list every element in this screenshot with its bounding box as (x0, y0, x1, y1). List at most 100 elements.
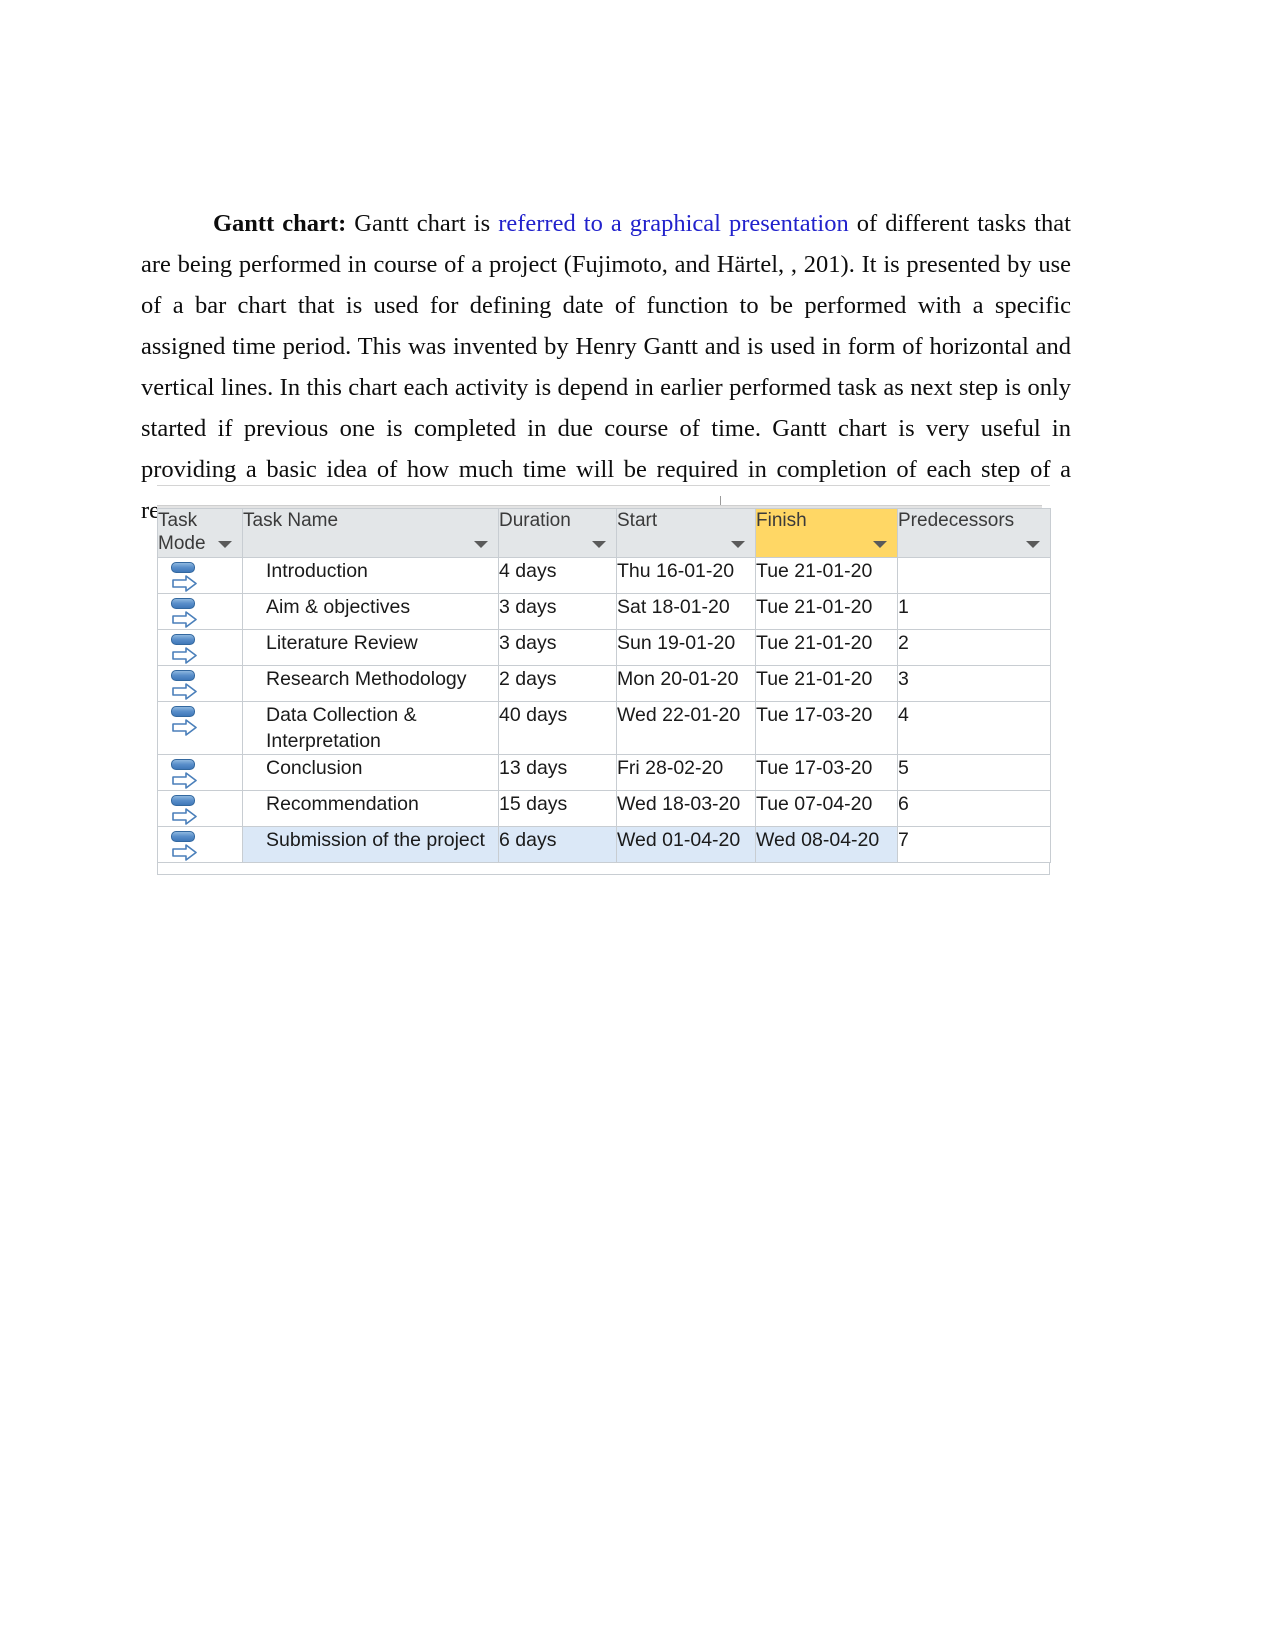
cell-finish[interactable]: Tue 17-03-20 (755, 701, 898, 755)
column-header-task-mode[interactable]: Task Mode (157, 508, 243, 558)
cell-predecessors[interactable]: 3 (897, 665, 1051, 702)
column-header-start[interactable]: Start (616, 508, 756, 558)
cell-task-name[interactable]: Literature Review (242, 629, 499, 666)
table-row[interactable]: Introduction 4 days Thu 16-01-20 Tue 21-01-… (157, 557, 1051, 594)
cell-start[interactable]: Wed 22-01-20 (616, 701, 756, 755)
cell-task-mode[interactable] (157, 665, 243, 702)
cell-predecessors[interactable]: 1 (897, 593, 1051, 630)
cell-predecessors[interactable] (897, 557, 1051, 594)
cell-start[interactable]: Sat 18-01-20 (616, 593, 756, 630)
cell-task-name[interactable]: Submission of the project (242, 826, 499, 863)
auto-scheduled-bar (171, 831, 195, 842)
column-header-label: Task Mode (158, 510, 206, 554)
cell-start[interactable]: Fri 28-02-20 (616, 754, 756, 791)
table-row[interactable]: Literature Review 3 days Sun 19-01-20 Tue 2… (157, 629, 1051, 666)
cell-task-name[interactable]: Aim & objectives (242, 593, 499, 630)
cell-finish[interactable]: Tue 21-01-20 (755, 629, 898, 666)
filter-dropdown-icon[interactable] (873, 541, 887, 548)
auto-scheduled-bar (171, 795, 195, 806)
cell-task-mode[interactable] (157, 701, 243, 755)
auto-scheduled-arrow (172, 647, 198, 664)
cell-finish[interactable]: Tue 21-01-20 (755, 557, 898, 594)
column-header-duration[interactable]: Duration (498, 508, 617, 558)
filter-dropdown-icon[interactable] (592, 541, 606, 548)
auto-scheduled-arrow (172, 683, 198, 700)
document-page: Gantt chart: Gantt chart is referred to … (0, 0, 1275, 1651)
table-row[interactable]: Conclusion 13 days Fri 28-02-20 Tue 17-03-2… (157, 754, 1051, 791)
cell-task-mode[interactable] (157, 790, 243, 827)
column-header-predecessors[interactable]: Predecessors (897, 508, 1051, 558)
filter-dropdown-icon[interactable] (1026, 541, 1040, 548)
cell-start[interactable]: Wed 18-03-20 (616, 790, 756, 827)
filter-dropdown-icon[interactable] (218, 541, 232, 548)
cell-task-mode[interactable] (157, 557, 243, 594)
grid-bottom-edge (157, 863, 1050, 875)
cell-task-name[interactable]: Data Collection & Interpretation (242, 701, 499, 755)
cell-task-mode[interactable] (157, 826, 243, 863)
cell-predecessors[interactable]: 5 (897, 754, 1051, 791)
column-header-finish[interactable]: Finish (755, 508, 898, 558)
column-header-label: Predecessors (898, 510, 1015, 531)
cell-task-name[interactable]: Research Methodology (242, 665, 499, 702)
paragraph-segment-2: of different tasks that are being perfor… (141, 209, 1071, 524)
table-row[interactable]: Data Collection & Interpretation 40 days W… (157, 701, 1051, 755)
auto-scheduled-bar (171, 670, 195, 681)
auto-scheduled-arrow (172, 844, 198, 861)
cell-finish[interactable]: Tue 17-03-20 (755, 754, 898, 791)
table-header-row: Task Mode Task Name Duration Start Finis… (157, 508, 1051, 558)
cell-finish[interactable]: Tue 21-01-20 (755, 593, 898, 630)
cell-task-mode[interactable] (157, 593, 243, 630)
auto-scheduled-bar (171, 706, 195, 717)
auto-scheduled-icon (170, 562, 200, 594)
table-row[interactable]: Submission of the project 6 days Wed 01-04… (157, 826, 1051, 863)
cell-start[interactable]: Sun 19-01-20 (616, 629, 756, 666)
table-row[interactable]: Recommendation 15 days Wed 18-03-20 Tue 07-… (157, 790, 1051, 827)
cell-duration[interactable]: 15 days (498, 790, 617, 827)
table-row[interactable]: Aim & objectives 3 days Sat 18-01-20 Tue 21… (157, 593, 1051, 630)
cell-task-mode[interactable] (157, 754, 243, 791)
auto-scheduled-bar (171, 759, 195, 770)
cell-duration[interactable]: 3 days (498, 593, 617, 630)
cell-task-mode[interactable] (157, 629, 243, 666)
cell-start[interactable]: Thu 16-01-20 (616, 557, 756, 594)
cell-start[interactable]: Mon 20-01-20 (616, 665, 756, 702)
task-table-body: Introduction 4 days Thu 16-01-20 Tue 21-01-… (157, 557, 1051, 863)
cell-duration[interactable]: 40 days (498, 701, 617, 755)
cell-duration[interactable]: 2 days (498, 665, 617, 702)
task-table: Task Mode Task Name Duration Start Finis… (157, 508, 1051, 863)
cell-task-name[interactable]: Introduction (242, 557, 499, 594)
auto-scheduled-arrow (172, 575, 198, 592)
column-header-label: Task Name (243, 510, 339, 531)
paragraph-hyperlink[interactable]: referred to a graphical presentation (498, 210, 849, 237)
cell-finish[interactable]: Tue 21-01-20 (755, 665, 898, 702)
paragraph-lead-label: Gantt chart: (213, 209, 347, 237)
filter-dropdown-icon[interactable] (731, 541, 745, 548)
auto-scheduled-arrow (172, 719, 198, 736)
gantt-chart-paragraph: Gantt chart: Gantt chart is referred to … (141, 203, 1071, 531)
cell-duration[interactable]: 3 days (498, 629, 617, 666)
auto-scheduled-icon (170, 795, 200, 827)
cell-duration[interactable]: 6 days (498, 826, 617, 863)
cell-predecessors[interactable]: 4 (897, 701, 1051, 755)
auto-scheduled-arrow (172, 808, 198, 825)
auto-scheduled-icon (170, 759, 200, 791)
cell-predecessors[interactable]: 2 (897, 629, 1051, 666)
cell-duration[interactable]: 4 days (498, 557, 617, 594)
auto-scheduled-icon (170, 831, 200, 863)
filter-dropdown-icon[interactable] (474, 541, 488, 548)
auto-scheduled-icon (170, 706, 200, 738)
cell-task-name[interactable]: Recommendation (242, 790, 499, 827)
table-row[interactable]: Research Methodology 2 days Mon 20-01-20 Tu… (157, 665, 1051, 702)
cell-predecessors[interactable]: 7 (897, 826, 1051, 863)
cell-duration[interactable]: 13 days (498, 754, 617, 791)
cell-finish[interactable]: Tue 07-04-20 (755, 790, 898, 827)
column-header-label: Duration (499, 510, 571, 531)
cell-predecessors[interactable]: 6 (897, 790, 1051, 827)
auto-scheduled-arrow (172, 611, 198, 628)
cell-task-name[interactable]: Conclusion (242, 754, 499, 791)
cell-finish[interactable]: Wed 08-04-20 (755, 826, 898, 863)
column-header-task-name[interactable]: Task Name (242, 508, 499, 558)
column-header-label: Finish (756, 510, 807, 531)
paragraph-segment-1: Gantt chart is (346, 209, 499, 237)
cell-start[interactable]: Wed 01-04-20 (616, 826, 756, 863)
